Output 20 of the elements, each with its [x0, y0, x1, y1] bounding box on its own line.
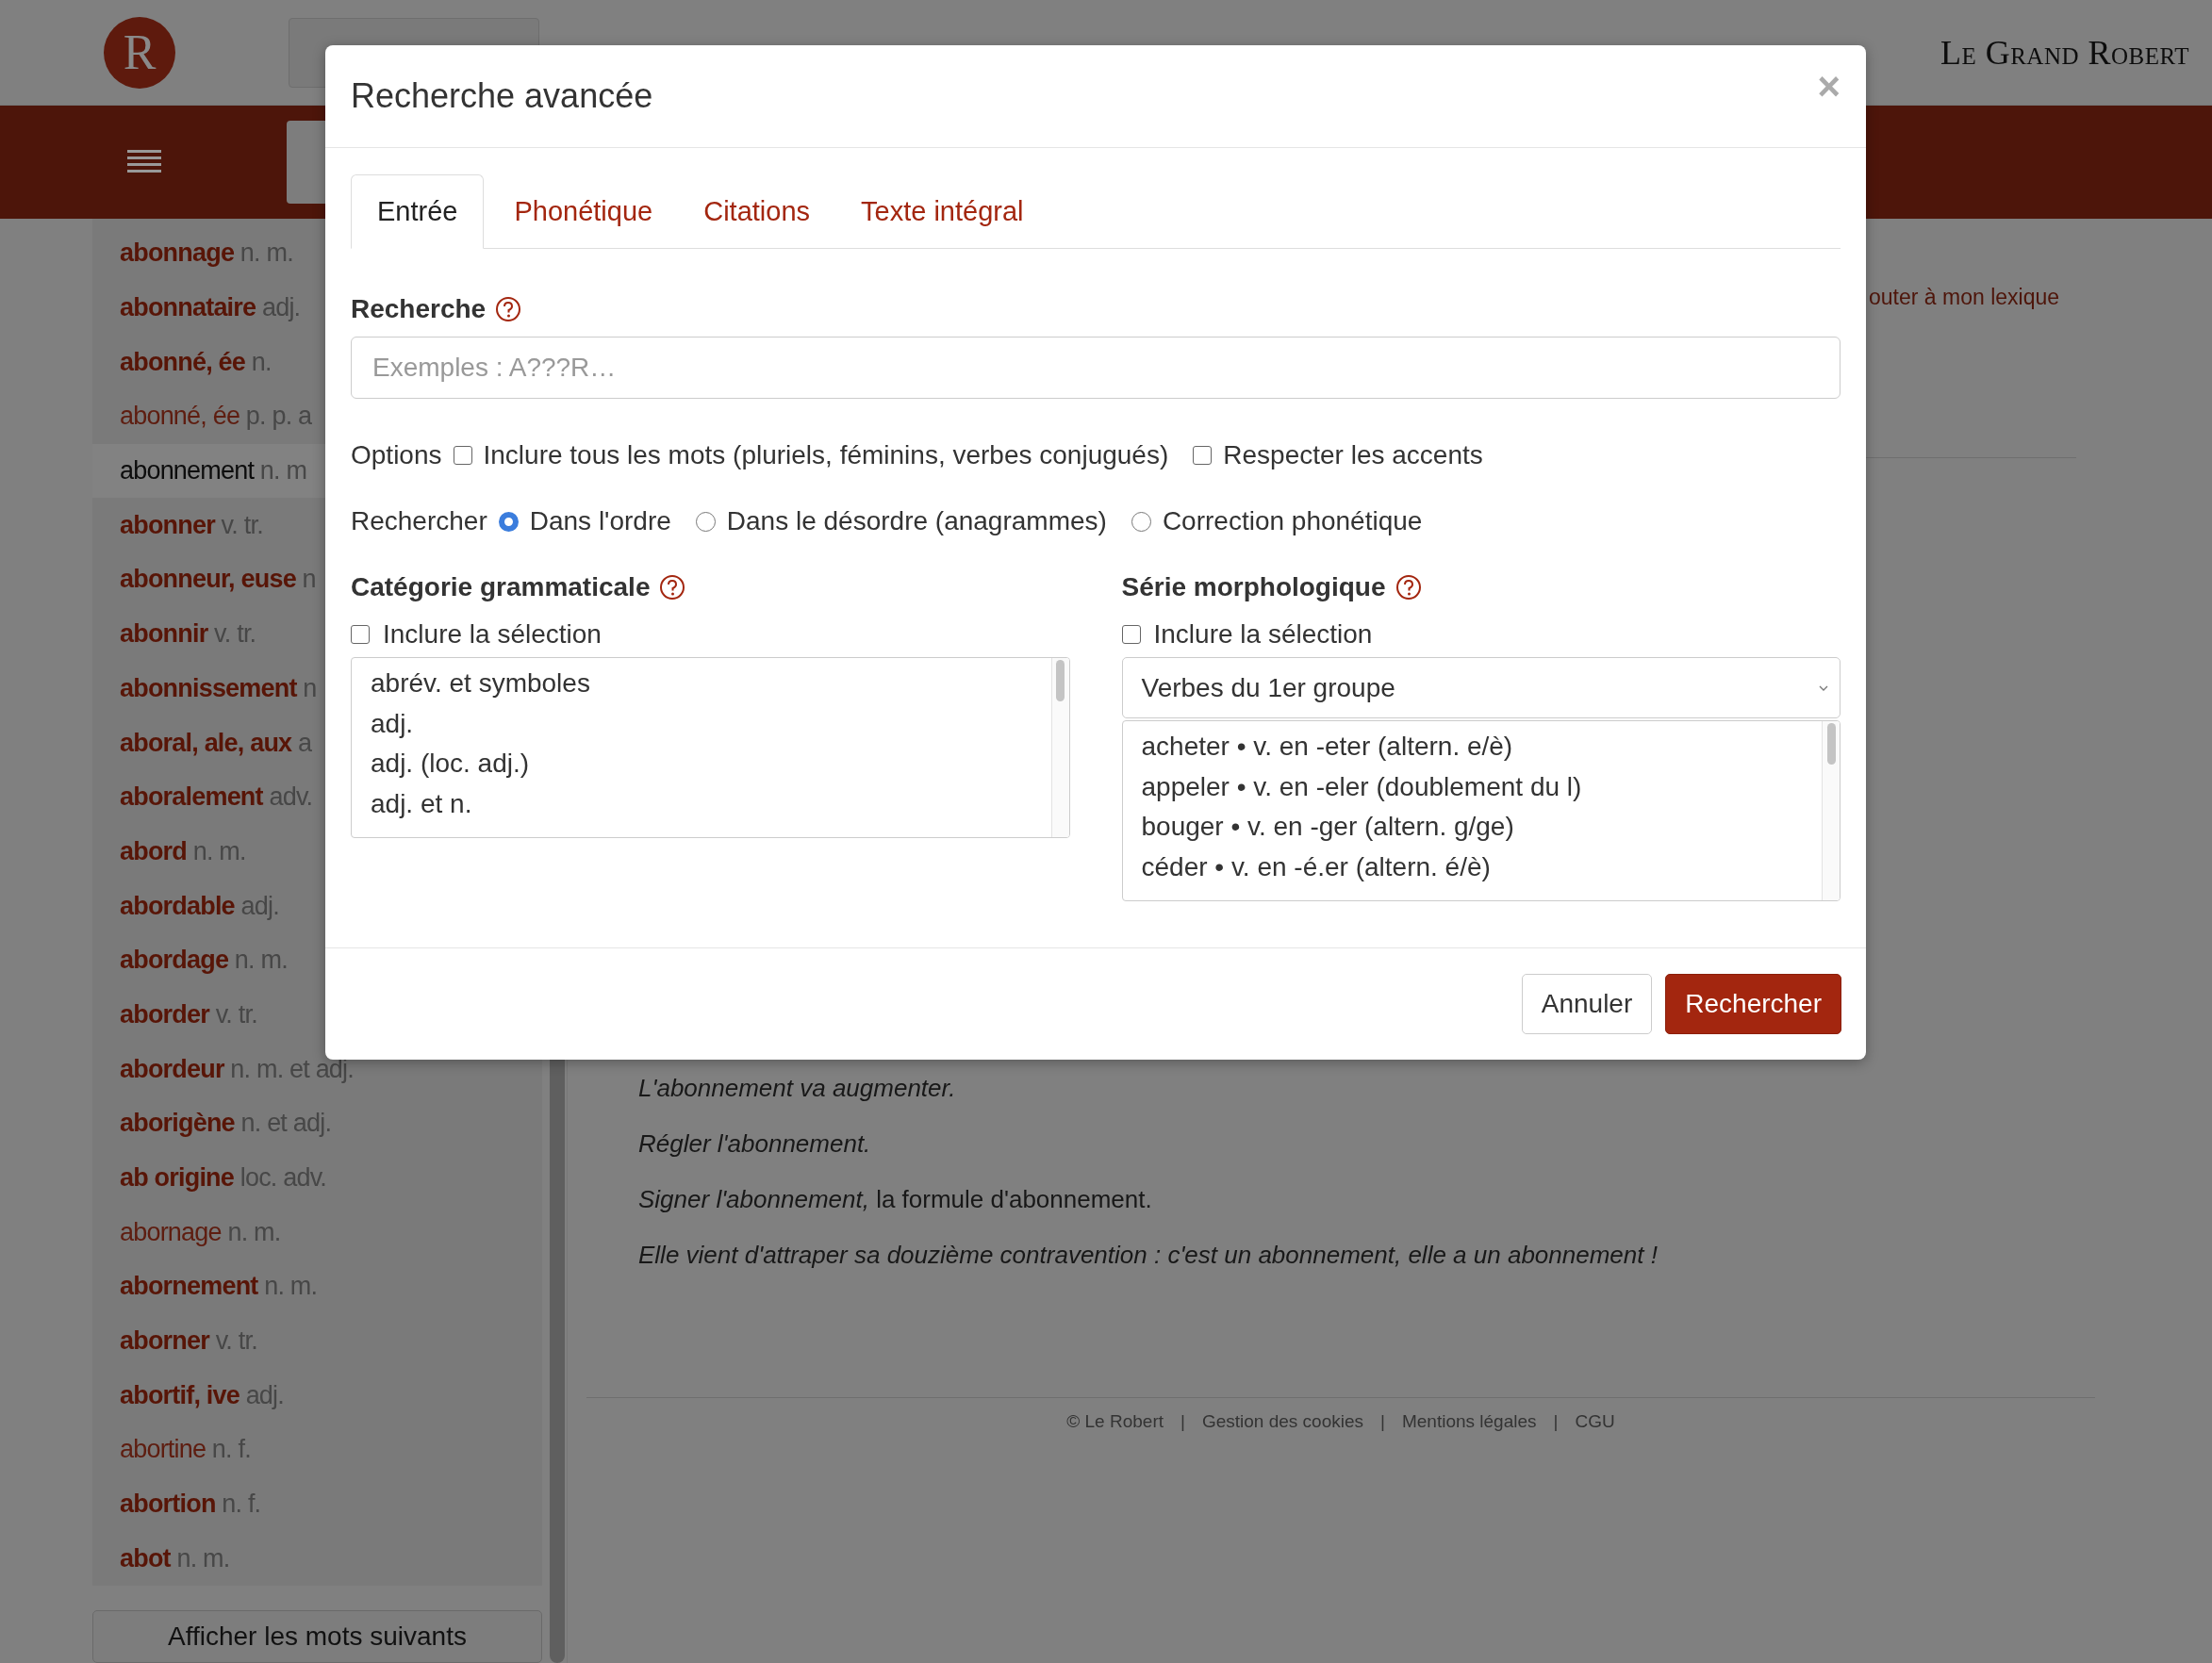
checkbox-label: Respecter les accents [1223, 440, 1483, 470]
checkbox-label: Inclure la sélection [1153, 619, 1373, 650]
checkbox-label: Inclure la sélection [383, 619, 602, 650]
field-label: Recherche [351, 294, 487, 324]
example-sentence: Régler l'abonnement. [638, 1128, 872, 1160]
options-label: Options [351, 440, 442, 470]
separator: | [1180, 1411, 1185, 1432]
separator: | [1553, 1411, 1559, 1432]
example-sentence: Signer l'abonnement, la formule d'abonnement. [638, 1184, 1153, 1215]
dialog-title: Recherche avancée [351, 76, 654, 116]
radio-label: Dans le désordre (anagrammes) [726, 506, 1107, 536]
radio-label: Dans l'ordre [529, 506, 671, 536]
search-mode-label: Rechercher [351, 506, 487, 536]
radio-label: Correction phonétique [1162, 506, 1423, 536]
separator: | [1380, 1411, 1385, 1432]
brand-name: Le Grand Robert [1940, 32, 2189, 73]
example-sentence: Elle vient d'attraper sa douzième contravention : c'est un abonnement, elle a un abonnement ! [638, 1240, 1659, 1271]
example-sentence: L'abonnement va augmenter. [638, 1073, 957, 1104]
section-heading: Série morphologique [1121, 572, 1386, 602]
section-heading: Catégorie grammaticale [351, 572, 651, 602]
